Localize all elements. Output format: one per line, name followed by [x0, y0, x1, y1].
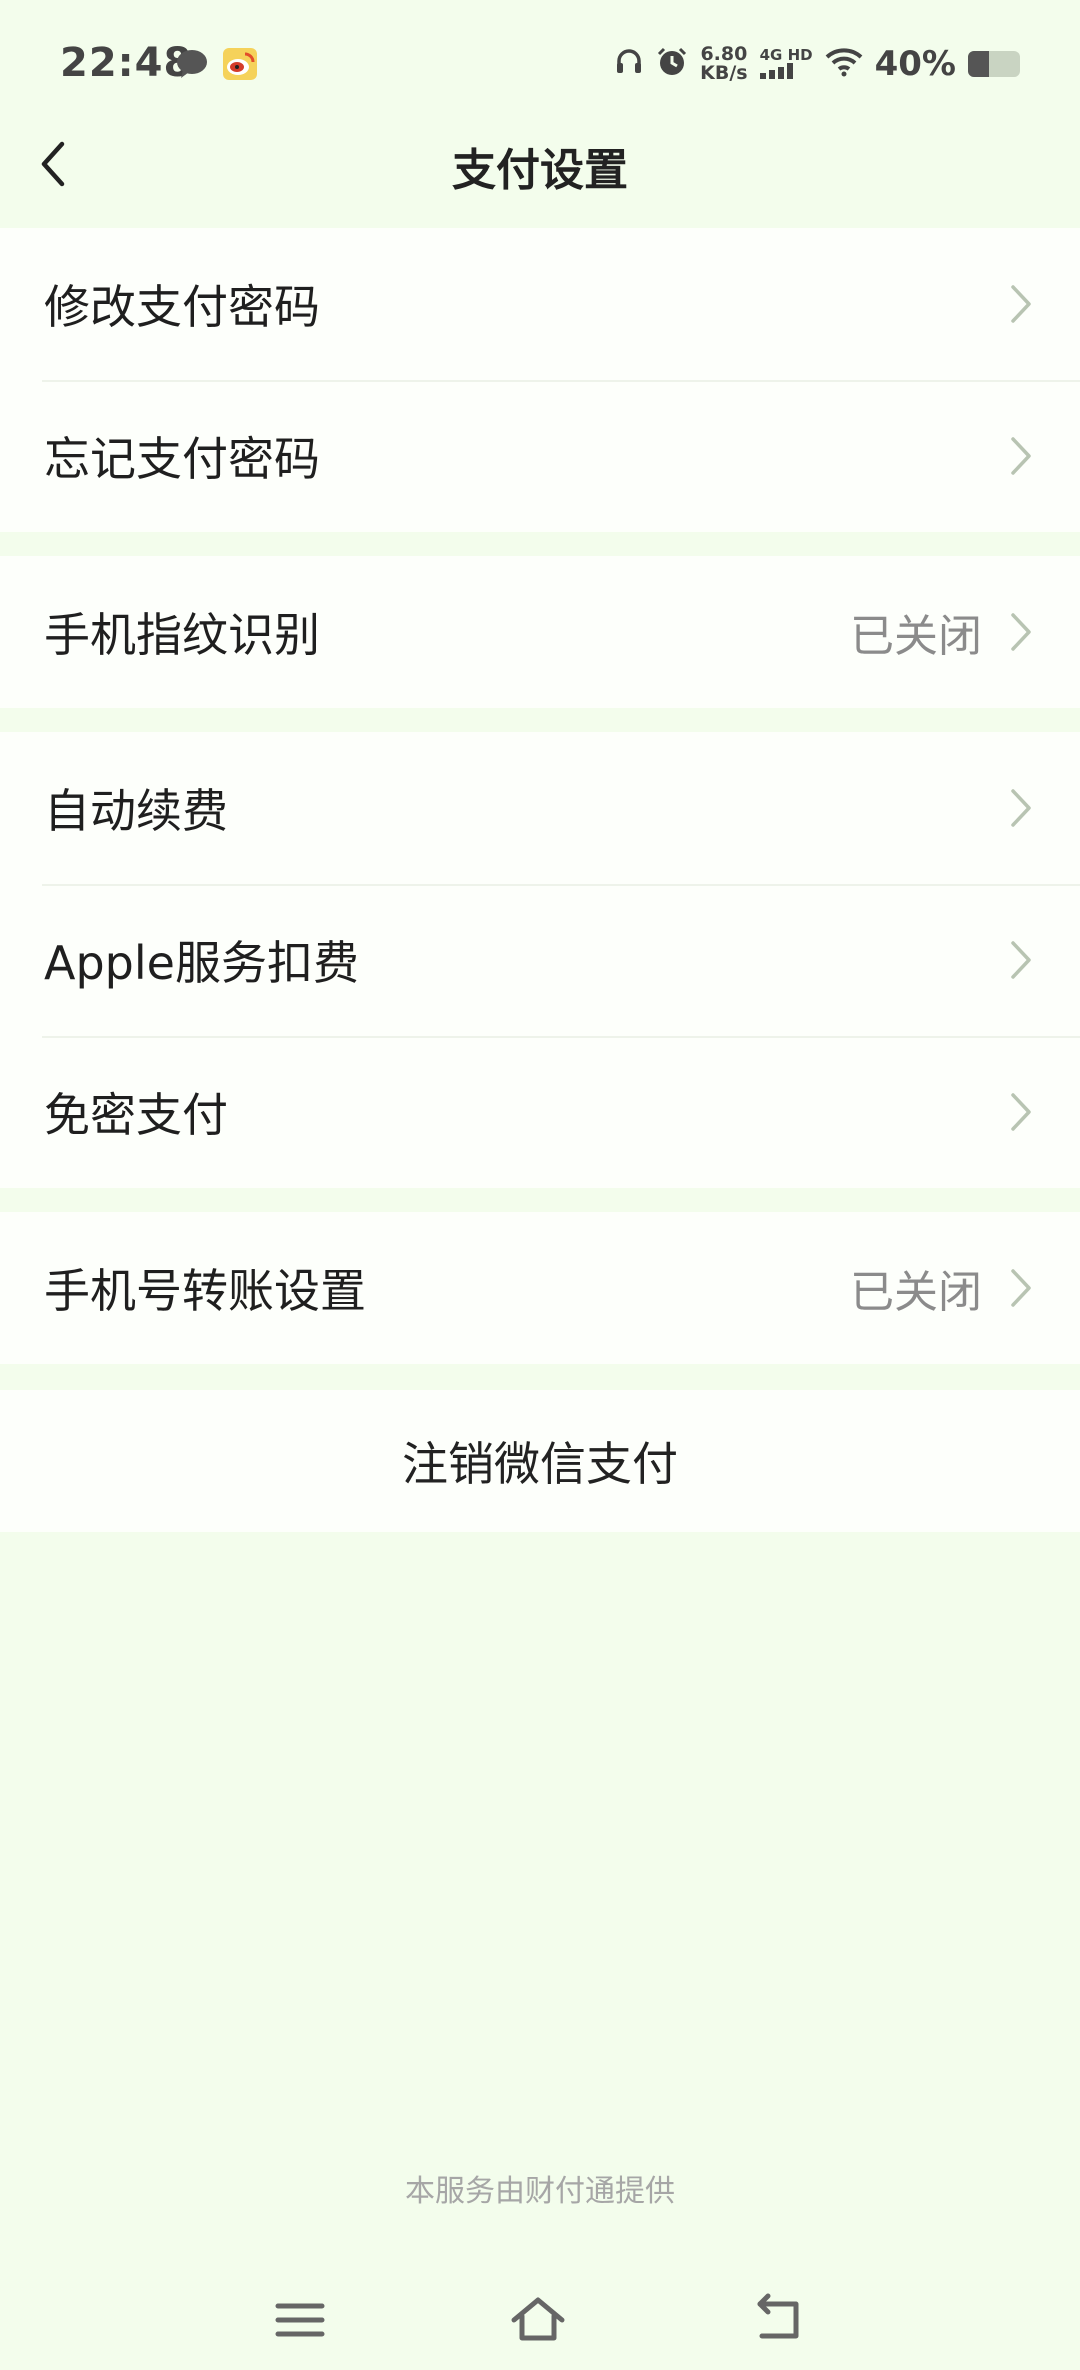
list-item-label: 修改支付密码	[44, 280, 320, 334]
list-item-change-password[interactable]: 修改支付密码	[0, 228, 1080, 380]
password-settings-group: 修改支付密码 忘记支付密码	[0, 228, 1080, 532]
payment-settings-page: 22:48 6.80 KB/s 4G HD 40% 支付设置 修改支付密码 忘记…	[0, 0, 1080, 2370]
list-item-apple-deduction[interactable]: Apple服务扣费	[0, 884, 1080, 1036]
net-type: 4G HD	[759, 45, 813, 82]
headset-icon	[614, 47, 644, 81]
phone-transfer-group: 手机号转账设置 已关闭	[0, 1212, 1080, 1364]
chevron-right-icon	[1011, 437, 1031, 475]
chevron-right-icon	[1011, 1269, 1031, 1307]
wifi-icon	[825, 47, 863, 81]
list-item-forgot-password[interactable]: 忘记支付密码	[0, 380, 1080, 532]
back-icon[interactable]	[748, 2290, 808, 2350]
list-item-label: 免密支付	[44, 1088, 228, 1142]
list-item-label: 忘记支付密码	[44, 432, 320, 486]
list-item-label: Apple服务扣费	[44, 936, 359, 990]
list-item-label: 手机指纹识别	[44, 608, 320, 662]
status-time: 22:48	[60, 40, 193, 86]
list-item-password-free[interactable]: 免密支付	[0, 1036, 1080, 1188]
deactivate-label: 注销微信支付	[402, 1437, 678, 1491]
battery-icon	[968, 51, 1020, 77]
deduction-group: 自动续费 Apple服务扣费 免密支付	[0, 732, 1080, 1188]
alarm-icon	[656, 46, 688, 82]
notification-icons	[175, 48, 257, 84]
list-item-fingerprint[interactable]: 手机指纹识别 已关闭	[0, 556, 1080, 708]
list-item-phone-transfer[interactable]: 手机号转账设置 已关闭	[0, 1212, 1080, 1364]
chevron-right-icon	[1011, 941, 1031, 979]
chevron-right-icon	[1011, 789, 1031, 827]
net-speed: 6.80 KB/s	[700, 45, 747, 83]
net-speed-unit: KB/s	[700, 62, 748, 84]
list-item-label: 手机号转账设置	[44, 1264, 366, 1318]
net-type-label: 4G HD	[759, 45, 813, 64]
battery-fill	[968, 51, 989, 77]
list-item-label: 自动续费	[44, 784, 228, 838]
status-value: 已关闭	[850, 611, 982, 662]
fingerprint-group: 手机指纹识别 已关闭	[0, 556, 1080, 708]
message-icon	[175, 48, 209, 84]
service-provider-note: 本服务由财付通提供	[405, 2174, 675, 2209]
status-value: 已关闭	[850, 1267, 982, 1318]
chevron-right-icon	[1011, 1093, 1031, 1131]
chevron-right-icon	[1011, 285, 1031, 323]
home-icon[interactable]	[508, 2290, 568, 2350]
menu-icon[interactable]	[270, 2290, 330, 2350]
navigation-bar: 支付设置	[0, 100, 1080, 228]
weibo-icon	[223, 48, 257, 84]
battery-percentage: 40%	[874, 44, 956, 84]
signal-icon	[759, 62, 796, 82]
chevron-right-icon	[1011, 613, 1031, 651]
deactivate-wechat-pay-button[interactable]: 注销微信支付	[0, 1390, 1080, 1532]
status-indicators: 6.80 KB/s 4G HD 40%	[614, 44, 1020, 84]
page-title: 支付设置	[452, 145, 628, 196]
system-navigation-bar	[0, 2290, 1080, 2370]
list-item-auto-renew[interactable]: 自动续费	[0, 732, 1080, 884]
